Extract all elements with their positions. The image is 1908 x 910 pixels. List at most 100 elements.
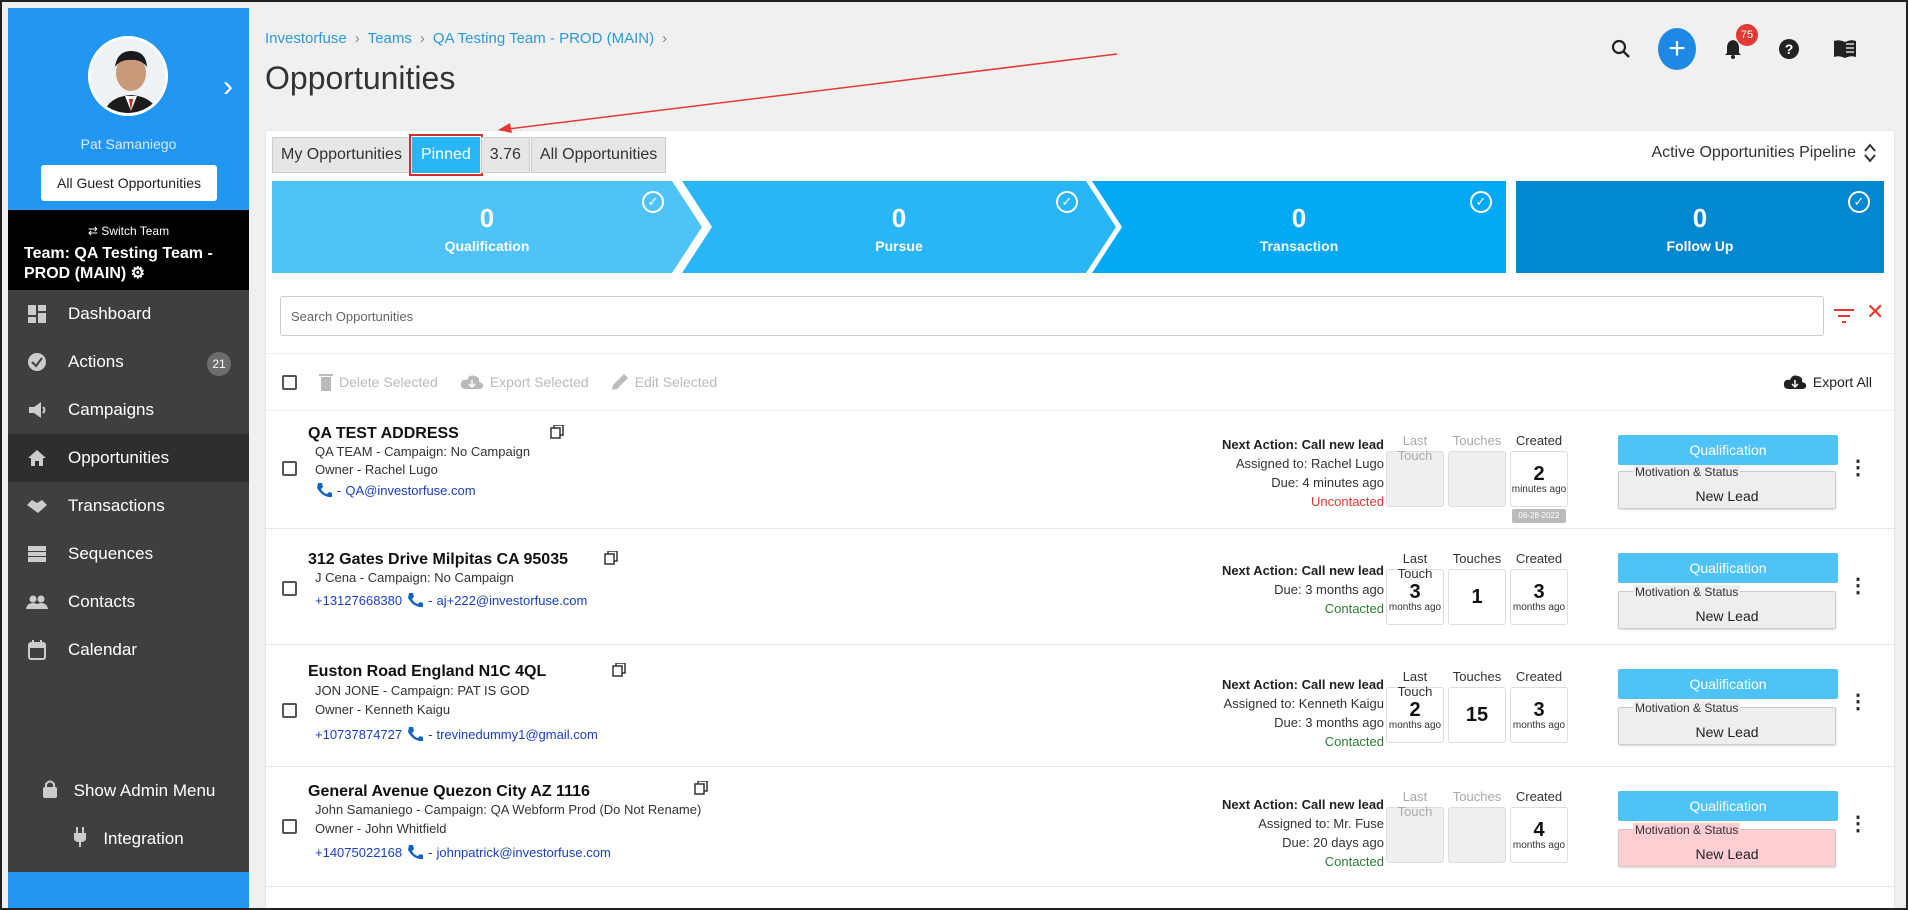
sidebar-item-actions[interactable]: Actions 21 <box>8 338 249 386</box>
more-vert-icon[interactable]: ⋮ <box>1848 811 1868 836</box>
search-input[interactable]: Search Opportunities <box>280 296 1824 336</box>
sidebar-item-transactions[interactable]: Transactions <box>8 482 249 530</box>
row-address[interactable]: General Avenue Quezon City AZ 1116 <box>308 783 590 801</box>
team-switcher[interactable]: ⇄ Switch Team Team: QA Testing Team - PR… <box>8 210 249 290</box>
row-checkbox[interactable] <box>282 461 297 476</box>
phone-icon[interactable] <box>406 591 424 609</box>
notifications-button[interactable]: 75 <box>1714 24 1758 68</box>
sidebar-item-sequences[interactable]: Sequences <box>8 530 249 578</box>
sidebar-item-campaigns[interactable]: Campaigns <box>8 386 249 434</box>
export-all-button[interactable]: Export All <box>1783 374 1872 390</box>
tab-version[interactable]: 3.76 <box>480 137 530 173</box>
pipeline-select[interactable]: Active Opportunities Pipeline <box>1651 143 1876 163</box>
row-email[interactable]: trevinedummy1@gmail.com <box>436 727 597 742</box>
all-guest-opportunities-button[interactable]: All Guest Opportunities <box>41 165 217 201</box>
row-email[interactable]: aj+222@investorfuse.com <box>436 593 587 608</box>
export-selected-button[interactable]: Export Selected <box>460 374 589 390</box>
megaphone-icon <box>26 399 48 421</box>
stat-box: 15 <box>1448 687 1506 743</box>
row-campaign: J Cena - Campaign: No Campaign <box>315 570 514 585</box>
filter-icon[interactable] <box>1834 309 1854 328</box>
tab-all-opportunities[interactable]: All Opportunities <box>530 137 667 173</box>
last-touch-stat: Last Touch <box>1386 433 1444 507</box>
status-select[interactable]: Motivation & Status New Lead <box>1618 585 1836 629</box>
breadcrumb-item[interactable]: QA Testing Team - PROD (MAIN) <box>433 30 654 47</box>
status-value: New Lead <box>1695 724 1759 740</box>
sequence-icon <box>26 543 48 565</box>
table-row[interactable]: 312 Gates Drive Milpitas CA 95035 J Cena… <box>266 529 1894 645</box>
chevron-right-icon[interactable]: › <box>223 70 233 104</box>
row-next-action: Next Action: Call new lead Due: 3 months… <box>1222 561 1384 618</box>
status-select[interactable]: Motivation & Status New Lead <box>1618 701 1836 745</box>
stage-transaction[interactable]: 0 Transaction ✓ <box>1092 181 1506 273</box>
status-select[interactable]: Motivation & Status New Lead <box>1618 465 1836 509</box>
row-email[interactable]: QA@investorfuse.com <box>345 483 475 498</box>
table-row[interactable]: QA TEST ADDRESS QA TEAM - Campaign: No C… <box>266 411 1894 529</box>
row-phone[interactable]: +14075022168 <box>315 845 402 860</box>
more-vert-icon[interactable]: ⋮ <box>1848 455 1868 480</box>
table-row[interactable]: Euston Road England N1C 4QL JON JONE - C… <box>266 645 1894 767</box>
tab-pinned[interactable]: Pinned <box>408 134 483 176</box>
created-unit: months ago <box>1512 719 1566 731</box>
close-icon[interactable]: ✕ <box>1866 299 1884 325</box>
breadcrumb-item[interactable]: Teams <box>368 30 412 47</box>
stat-box <box>1448 451 1506 507</box>
row-email[interactable]: johnpatrick@investorfuse.com <box>436 845 610 860</box>
copy-icon[interactable] <box>550 425 564 439</box>
gear-icon[interactable]: ⚙ <box>131 265 145 282</box>
row-phone[interactable]: +13127668380 <box>315 593 402 608</box>
select-all-checkbox[interactable] <box>282 374 297 390</box>
stage-button[interactable]: Qualification <box>1618 791 1838 821</box>
touches-stat: Touches 1 <box>1448 551 1506 625</box>
stage-button[interactable]: Qualification <box>1618 553 1838 583</box>
more-vert-icon[interactable]: ⋮ <box>1848 689 1868 714</box>
delete-selected-button[interactable]: Delete Selected <box>319 373 438 391</box>
row-address[interactable]: Euston Road England N1C 4QL <box>308 663 546 681</box>
stage-qualification[interactable]: 0 Qualification ✓ <box>272 181 702 273</box>
phone-icon[interactable] <box>406 843 424 861</box>
row-checkbox[interactable] <box>282 703 297 718</box>
check-icon[interactable]: ✓ <box>1470 191 1492 213</box>
sidebar-item-opportunities[interactable]: Opportunities <box>8 434 249 482</box>
row-checkbox[interactable] <box>282 581 297 596</box>
stage-pursue[interactable]: 0 Pursue ✓ <box>682 181 1116 273</box>
avatar[interactable] <box>88 36 168 116</box>
copy-icon[interactable] <box>612 663 626 677</box>
switch-team-link[interactable]: ⇄ Switch Team <box>24 224 233 238</box>
integration-label: Integration <box>103 829 184 848</box>
sidebar-item-label: Calendar <box>68 640 137 659</box>
stat-box <box>1448 807 1506 863</box>
copy-icon[interactable] <box>694 781 708 795</box>
row-address[interactable]: 312 Gates Drive Milpitas CA 95035 <box>308 551 568 569</box>
phone-icon[interactable] <box>406 725 424 743</box>
edit-selected-button[interactable]: Edit Selected <box>611 373 717 391</box>
contact-separator: - <box>428 592 433 608</box>
phone-icon[interactable] <box>315 481 333 499</box>
sidebar-item-dashboard[interactable]: Dashboard <box>8 290 249 338</box>
help-icon[interactable]: ? <box>1770 30 1808 68</box>
stat-box: 3 months ago <box>1510 687 1568 743</box>
row-checkbox[interactable] <box>282 819 297 834</box>
tab-my-opportunities[interactable]: My Opportunities <box>272 137 411 173</box>
row-address[interactable]: QA TEST ADDRESS <box>308 425 459 443</box>
book-icon[interactable] <box>1826 30 1864 68</box>
check-icon[interactable]: ✓ <box>1056 191 1078 213</box>
row-phone[interactable]: +10737874727 <box>315 727 402 742</box>
table-row[interactable]: General Avenue Quezon City AZ 1116 John … <box>266 767 1894 887</box>
stage-button[interactable]: Qualification <box>1618 435 1838 465</box>
check-icon[interactable]: ✓ <box>1848 191 1870 213</box>
stage-button[interactable]: Qualification <box>1618 669 1838 699</box>
integration-button[interactable]: Integration <box>8 816 249 862</box>
check-icon[interactable]: ✓ <box>642 191 664 213</box>
sidebar-item-calendar[interactable]: Calendar <box>8 626 249 674</box>
add-button[interactable]: + <box>1658 28 1696 70</box>
more-vert-icon[interactable]: ⋮ <box>1848 573 1868 598</box>
search-icon[interactable] <box>1602 30 1640 68</box>
status-select[interactable]: Motivation & Status New Lead <box>1618 823 1836 867</box>
copy-icon[interactable] <box>604 551 618 565</box>
sidebar-item-contacts[interactable]: Contacts <box>8 578 249 626</box>
breadcrumb-item[interactable]: Investorfuse <box>265 30 347 47</box>
show-admin-menu-button[interactable]: Show Admin Menu <box>8 768 249 814</box>
stage-follow-up[interactable]: 0 Follow Up ✓ <box>1516 181 1884 273</box>
opportunities-panel: My Opportunities Pinned 3.76 All Opportu… <box>265 130 1895 908</box>
